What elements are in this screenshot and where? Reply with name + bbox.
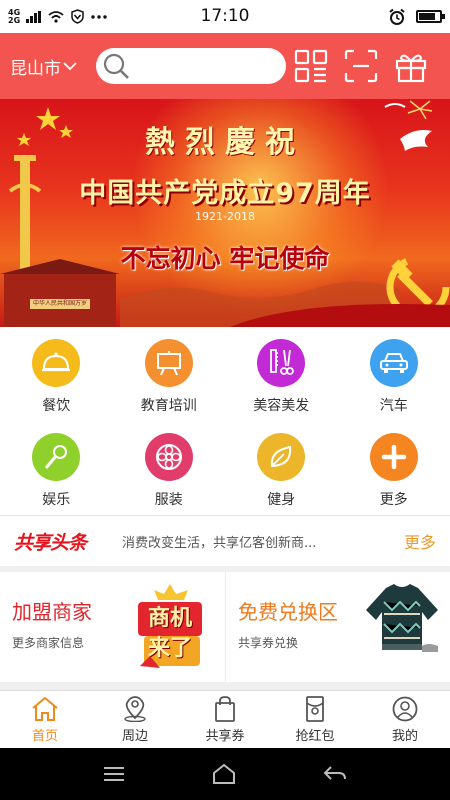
headline-text[interactable]: 消费改变生活，共享亿客创新商... xyxy=(122,532,398,551)
promo-subtitle: 更多商家信息 xyxy=(12,636,85,650)
category-icon-circle xyxy=(257,433,306,481)
category-label: 美容美发 xyxy=(253,398,310,414)
qr-code-icon[interactable] xyxy=(294,49,328,83)
tab-label: 共享券 xyxy=(205,728,245,744)
promo-title: 免费兑换区 xyxy=(238,600,338,624)
promo-title: 加盟商家 xyxy=(12,600,92,624)
bottom-tab-bar: 首页 周边 共享券 抢红包 我的 xyxy=(0,690,450,748)
tab-label: 首页 xyxy=(31,728,58,744)
promo-join-merchant[interactable]: 加盟商家 更多商家信息 商机来了 xyxy=(0,572,225,682)
category-label: 教育培训 xyxy=(140,398,197,414)
system-nav-bar xyxy=(0,748,450,800)
category-label: 娱乐 xyxy=(42,492,71,508)
dining-icon xyxy=(42,352,71,372)
category-label: 更多 xyxy=(379,492,408,508)
banner-gate-sign: 中华人民共和国万岁 xyxy=(32,300,87,307)
category-icon-circle xyxy=(144,433,193,481)
tab-coupons[interactable]: 共享券 xyxy=(180,691,270,748)
category-entertainment[interactable]: 娱乐 xyxy=(0,421,113,515)
tab-label: 周边 xyxy=(121,728,148,744)
headline-strip[interactable]: 共享头条 消费改变生活，共享亿客创新商... 更多 xyxy=(0,516,450,566)
promo-cards: 加盟商家 更多商家信息 商机来了 免费兑换区 共享券兑换 xyxy=(0,572,450,682)
category-more[interactable]: 更多 xyxy=(338,421,450,515)
back-icon[interactable] xyxy=(323,765,347,783)
home-nav-icon[interactable] xyxy=(212,763,236,785)
easel-icon xyxy=(156,351,181,376)
headline-more-link[interactable]: 更多 xyxy=(404,529,436,553)
category-label: 服装 xyxy=(154,492,183,508)
promo-subtitle: 共享券兑换 xyxy=(238,636,299,650)
category-icon-circle xyxy=(257,339,306,387)
promo-image-text: 商机来了 xyxy=(147,606,192,661)
category-label: 汽车 xyxy=(379,398,408,414)
category-auto[interactable]: 汽车 xyxy=(338,327,450,421)
section-gap xyxy=(0,682,450,690)
battery-fill xyxy=(419,13,435,20)
category-beauty[interactable]: 美容美发 xyxy=(225,327,338,421)
category-clothing[interactable]: 服装 xyxy=(113,421,226,515)
tab-home[interactable]: 首页 xyxy=(0,691,90,748)
status-time: 17:10 xyxy=(200,6,250,26)
status-bar: 4G 2G 17:10 xyxy=(0,0,450,33)
car-icon xyxy=(379,353,408,373)
city-label: 昆山市 xyxy=(10,58,61,79)
comb-scissors-icon xyxy=(270,349,295,375)
celebration-banner[interactable]: 熱烈慶祝 中国共产党成立97周年 1921-2018 不忘初心 牢记使命 中华人… xyxy=(0,99,450,327)
category-icon-circle xyxy=(144,339,193,387)
app-screen: 4G 2G 17:10 昆山市 熱烈慶祝 中国共产党成立97周年 1921-20… xyxy=(0,0,450,800)
search-input[interactable] xyxy=(96,48,286,84)
banner-title-2: 中国共产党成立97周年 xyxy=(79,178,371,209)
category-dining[interactable]: 餐饮 xyxy=(0,327,113,421)
fabric-icon xyxy=(155,444,182,470)
category-education[interactable]: 教育培训 xyxy=(113,327,226,421)
battery-icon xyxy=(416,10,445,23)
microphone-icon xyxy=(45,445,68,469)
header-actions xyxy=(294,49,428,83)
category-label: 餐饮 xyxy=(42,398,71,414)
category-icon-circle xyxy=(32,433,81,481)
top-header: 昆山市 xyxy=(0,33,450,99)
red-envelope-icon xyxy=(306,695,324,722)
sweater-image xyxy=(366,584,438,652)
chevron-down-icon xyxy=(63,62,77,71)
category-icon-circle xyxy=(369,339,418,387)
menu-icon[interactable] xyxy=(103,766,125,782)
tab-label: 我的 xyxy=(391,728,418,744)
headline-logo: 共享头条 xyxy=(14,531,87,554)
user-icon xyxy=(392,696,418,721)
promo-free-exchange[interactable]: 免费兑换区 共享券兑换 xyxy=(225,572,450,682)
category-grid: 餐饮 教育培训 美容美发 汽车 娱乐 服装 健身 更多 xyxy=(0,327,450,515)
category-icon-circle xyxy=(32,339,81,387)
category-icon-circle xyxy=(369,433,418,481)
search-icon xyxy=(103,53,129,79)
banner-slogan: 不忘初心 牢记使命 xyxy=(120,244,330,273)
shopping-bag-icon xyxy=(215,695,235,722)
tab-label: 抢红包 xyxy=(295,728,335,744)
category-label: 健身 xyxy=(267,492,296,508)
tab-profile[interactable]: 我的 xyxy=(360,691,450,748)
banner-years: 1921-2018 xyxy=(195,210,255,223)
gift-icon[interactable] xyxy=(394,49,428,83)
city-selector[interactable]: 昆山市 xyxy=(10,54,96,79)
location-pin-icon xyxy=(124,695,146,722)
category-fitness[interactable]: 健身 xyxy=(225,421,338,515)
tab-nearby[interactable]: 周边 xyxy=(90,691,180,748)
tab-red-envelope[interactable]: 抢红包 xyxy=(270,691,360,748)
leaf-icon xyxy=(271,445,292,468)
scan-icon[interactable] xyxy=(344,49,378,83)
home-icon xyxy=(32,696,58,721)
plus-icon xyxy=(381,444,406,470)
banner-title-1: 熱烈慶祝 xyxy=(145,125,305,160)
